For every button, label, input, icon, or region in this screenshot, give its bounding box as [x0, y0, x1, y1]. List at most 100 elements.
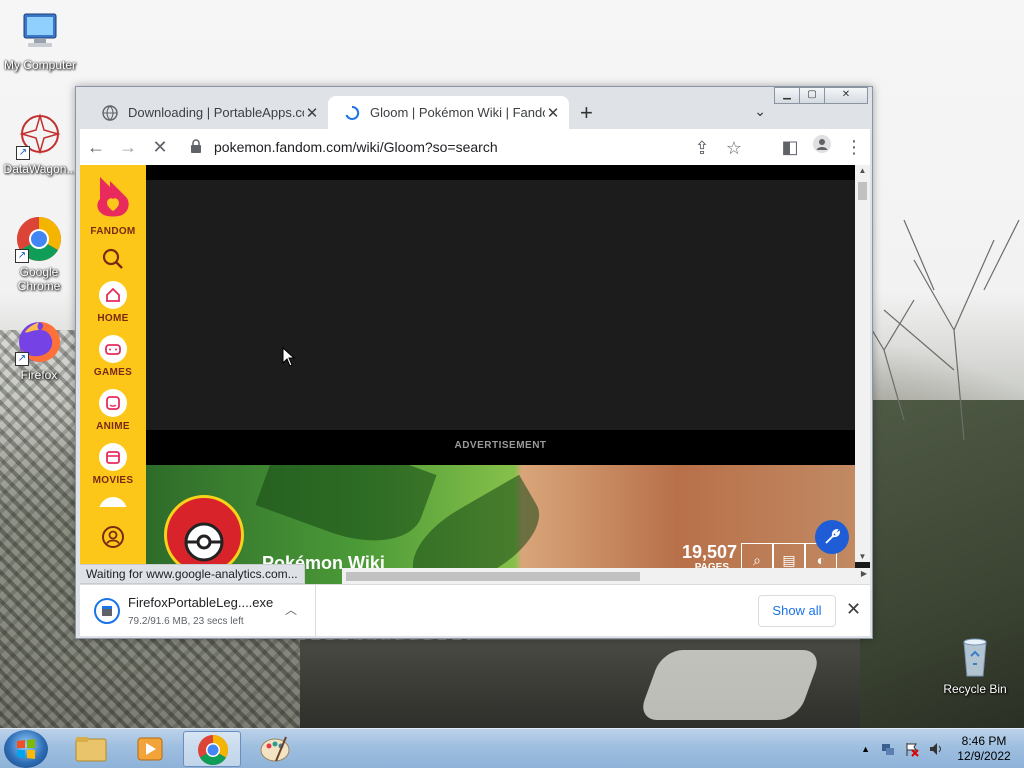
- fandom-logo-label: FANDOM: [90, 226, 136, 237]
- volume-icon[interactable]: [928, 741, 944, 757]
- taskbar-explorer[interactable]: [62, 731, 120, 767]
- desktop-icon-recycle-bin[interactable]: Recycle Bin: [935, 632, 1015, 696]
- chrome-icon: [198, 735, 229, 766]
- vertical-scroll-thumb[interactable]: [858, 182, 867, 200]
- computer-icon: [16, 8, 64, 56]
- windows-logo-icon: [17, 739, 35, 759]
- taskbar: ▲ 8:46 PM 12/9/2022: [0, 728, 1024, 768]
- tab-search-chevron-icon[interactable]: ⌄: [754, 103, 766, 120]
- hero-leaf-art: [255, 465, 437, 560]
- address-bar[interactable]: pokemon.fandom.com/wiki/Gloom?so=search …: [190, 132, 750, 162]
- forward-button[interactable]: →: [112, 131, 144, 163]
- desktop-icon-datawagon[interactable]: ↗ DataWagon...: [0, 112, 80, 176]
- tv-icon: [99, 497, 127, 507]
- web-page: FANDOM HOME GAMES ANIME MOVIES ADVERTISE…: [80, 165, 870, 584]
- bookmark-star-icon[interactable]: ☆: [718, 132, 750, 164]
- wallpaper-paint-mark: [637, 650, 823, 720]
- download-item[interactable]: FirefoxPortableLeg....exe 79.2/91.6 MB, …: [80, 585, 316, 637]
- system-tray: ▲ 8:46 PM 12/9/2022: [861, 729, 1016, 768]
- chrome-window: ▁ ▢ ✕ Downloading | PortableApps.com ✕ G…: [75, 86, 873, 639]
- clock[interactable]: 8:46 PM 12/9/2022: [952, 734, 1016, 764]
- nav-item-home[interactable]: HOME: [80, 281, 146, 324]
- url-text: pokemon.fandom.com/wiki/Gloom?so=search: [214, 139, 498, 155]
- shortcut-arrow-icon: ↗: [15, 352, 29, 366]
- advertisement-frame[interactable]: [146, 180, 855, 430]
- download-status: 79.2/91.6 MB, 23 secs left: [128, 616, 244, 627]
- network-icon[interactable]: [880, 741, 896, 757]
- gamepad-icon: [99, 335, 127, 363]
- search-icon: [102, 248, 123, 269]
- taskbar-media-player[interactable]: [122, 731, 180, 767]
- nav-item-games[interactable]: GAMES: [80, 335, 146, 378]
- nav-item-anime[interactable]: ANIME: [80, 389, 146, 432]
- clock-date: 12/9/2022: [957, 749, 1011, 763]
- nav-item-movies[interactable]: MOVIES: [80, 443, 146, 486]
- back-button[interactable]: ←: [80, 131, 112, 163]
- close-tab-icon[interactable]: ✕: [304, 104, 320, 122]
- stop-loading-button[interactable]: ✕: [144, 131, 176, 163]
- fandom-search-button[interactable]: [80, 247, 146, 276]
- fandom-global-nav: FANDOM HOME GAMES ANIME MOVIES: [80, 165, 146, 584]
- advertisement-slot: ADVERTISEMENT: [146, 165, 855, 465]
- paint-palette-icon: [260, 736, 290, 762]
- advertisement-label: ADVERTISEMENT: [454, 440, 547, 451]
- close-download-shelf-icon[interactable]: ✕: [846, 599, 861, 620]
- wiki-tools-button[interactable]: [815, 520, 849, 554]
- close-tab-icon[interactable]: ✕: [545, 104, 561, 122]
- tab-strip: Downloading | PortableApps.com ✕ Gloom |…: [80, 95, 870, 129]
- horizontal-scroll-thumb[interactable]: [346, 572, 640, 581]
- firefox-icon: ↗: [15, 318, 63, 366]
- folder-icon: [75, 737, 107, 762]
- scroll-down-arrow-icon[interactable]: ▼: [855, 552, 870, 561]
- home-icon: [99, 281, 127, 309]
- show-hidden-icons-icon[interactable]: ▲: [861, 744, 870, 754]
- download-options-chevron-icon[interactable]: ︿: [285, 601, 297, 618]
- globe-icon: [102, 104, 118, 121]
- download-shelf: FirefoxPortableLeg....exe 79.2/91.6 MB, …: [80, 584, 870, 637]
- scroll-up-arrow-icon[interactable]: ▲: [855, 166, 870, 175]
- shortcut-arrow-icon: ↗: [15, 249, 29, 263]
- anime-face-icon: [99, 389, 127, 417]
- shortcut-arrow-icon: ↗: [16, 146, 30, 160]
- datawagon-icon: ↗: [16, 112, 64, 160]
- desktop-icon-my-computer[interactable]: My Computer: [0, 8, 80, 72]
- omnibox-actions: ⇪ ☆: [686, 132, 750, 162]
- loading-spinner-icon: [345, 105, 360, 120]
- lock-icon: [190, 138, 204, 156]
- desktop-icon-firefox[interactable]: ↗ Firefox: [0, 318, 79, 382]
- browser-toolbar: ← → ✕ pokemon.fandom.com/wiki/Gloom?so=s…: [80, 129, 870, 165]
- new-tab-button[interactable]: +: [580, 100, 593, 126]
- chrome-menu-icon[interactable]: ⋮: [838, 131, 870, 163]
- media-player-icon: [137, 737, 163, 761]
- nav-item-more[interactable]: [80, 497, 146, 507]
- pokemon-wiki-logo[interactable]: [164, 495, 244, 575]
- tab-gloom-wiki[interactable]: Gloom | Pokémon Wiki | Fandom ✕: [328, 96, 569, 129]
- profile-avatar-icon[interactable]: [806, 131, 838, 163]
- horizontal-scrollbar[interactable]: ▶: [342, 568, 870, 584]
- status-bubble: Waiting for www.google-analytics.com...: [80, 564, 305, 584]
- tab-title: Gloom | Pokémon Wiki | Fandom: [370, 105, 545, 120]
- vertical-scrollbar[interactable]: ▲ ▼: [855, 165, 870, 562]
- desktop-icon-google-chrome[interactable]: ↗ Google Chrome: [0, 215, 79, 293]
- start-button[interactable]: [4, 730, 48, 768]
- share-icon[interactable]: ⇪: [686, 132, 718, 164]
- user-account-icon: [102, 526, 124, 548]
- download-progress-icon: [94, 598, 120, 624]
- taskbar-paint[interactable]: [246, 731, 304, 767]
- side-panel-icon[interactable]: ◧: [774, 131, 806, 163]
- recycle-bin-icon: [951, 632, 999, 680]
- tab-title: Downloading | PortableApps.com: [128, 105, 304, 120]
- page-count: 19,507: [681, 542, 737, 562]
- scroll-right-arrow-icon[interactable]: ▶: [861, 569, 867, 578]
- tab-portableapps[interactable]: Downloading | PortableApps.com ✕: [86, 96, 328, 129]
- action-center-flag-icon[interactable]: [904, 741, 920, 757]
- wrench-icon: [825, 529, 840, 544]
- movie-icon: [99, 443, 127, 471]
- mouse-cursor-icon: [282, 347, 296, 367]
- show-all-downloads-button[interactable]: Show all: [758, 595, 836, 627]
- fandom-account-button[interactable]: [80, 525, 146, 554]
- fandom-flame-icon: [97, 177, 129, 217]
- toolbar-right: ◧ ⋮: [774, 131, 870, 163]
- fandom-logo[interactable]: FANDOM: [80, 175, 146, 237]
- taskbar-chrome[interactable]: [183, 731, 241, 767]
